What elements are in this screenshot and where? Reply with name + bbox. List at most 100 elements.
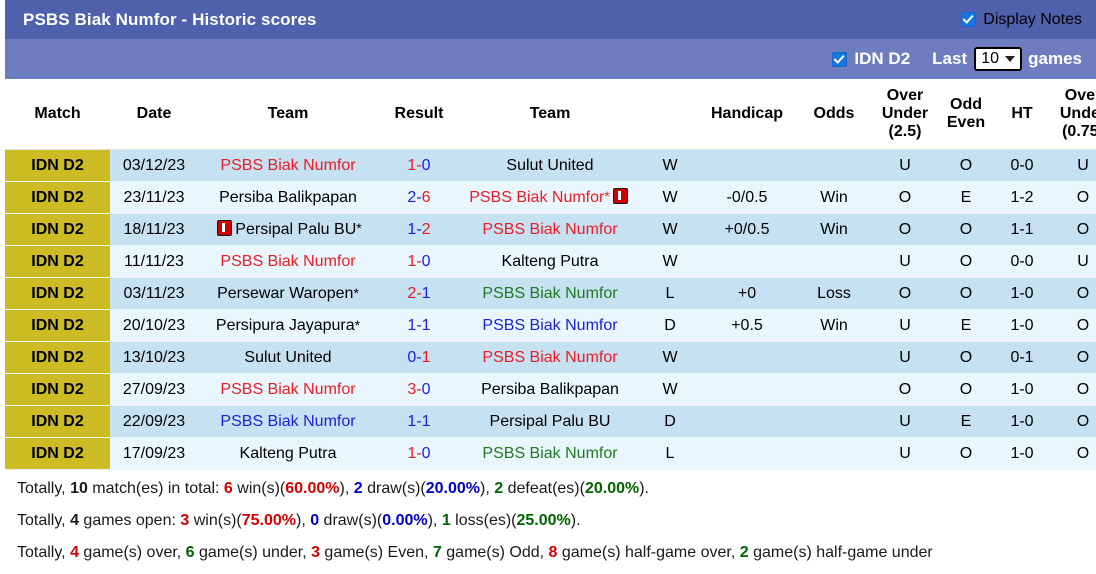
cell-home-team[interactable]: Persewar Waropen* xyxy=(198,277,378,310)
cell-home-team[interactable]: PSBS Biak Numfor xyxy=(198,245,378,278)
col-header-match[interactable]: Match xyxy=(5,79,110,150)
draw-count: 2 xyxy=(353,480,363,497)
col-header-half-time[interactable]: HT xyxy=(996,79,1048,150)
league-filter-group[interactable]: IDN D2 xyxy=(832,49,932,69)
team-name[interactable]: PSBS Biak Numfor xyxy=(482,317,617,334)
col-header-result[interactable]: Result xyxy=(378,79,460,150)
score-home: 1 xyxy=(407,156,417,174)
cell-home-team[interactable]: Persipal Palu BU* xyxy=(198,213,378,246)
cell-away-team[interactable]: PSBS Biak Numfor xyxy=(460,277,640,310)
cell-away-team[interactable]: PSBS Biak Numfor xyxy=(460,309,640,342)
table-row[interactable]: IDN D2 13/10/23 Sulut United 0-1 PSBS Biak N… xyxy=(5,341,1096,374)
team-name[interactable]: Persiba Balikpapan xyxy=(481,381,619,398)
table-row[interactable]: IDN D2 03/11/23 Persewar Waropen* 2-1 PSBS B… xyxy=(5,277,1096,310)
cell-outcome: W xyxy=(640,245,700,278)
team-name[interactable]: Persiba Balikpapan xyxy=(219,189,357,206)
team-name[interactable]: PSBS Biak Numfor xyxy=(482,285,617,302)
cell-away-team[interactable]: PSBS Biak Numfor xyxy=(460,341,640,374)
cell-away-team[interactable]: PSBS Biak Numfor* xyxy=(460,181,640,214)
cell-match-league[interactable]: IDN D2 xyxy=(5,373,110,406)
score-home: 1 xyxy=(407,444,417,462)
table-row[interactable]: IDN D2 20/10/23 Persipura Jayapura* 1-1 PSBS… xyxy=(5,309,1096,342)
cell-match-league[interactable]: IDN D2 xyxy=(5,181,110,214)
cell-match-league[interactable]: IDN D2 xyxy=(5,245,110,278)
cell-home-team[interactable]: Persiba Balikpapan xyxy=(198,181,378,214)
table-row[interactable]: IDN D2 03/12/23 PSBS Biak Numfor 1-0 Sulut U… xyxy=(5,149,1096,182)
cell-home-team[interactable]: Kalteng Putra xyxy=(198,437,378,470)
table-row[interactable]: IDN D2 27/09/23 PSBS Biak Numfor 3-0 Persiba… xyxy=(5,373,1096,406)
cell-away-team[interactable]: Kalteng Putra xyxy=(460,245,640,278)
cell-result[interactable]: 1-1 xyxy=(378,405,460,438)
cell-match-league[interactable]: IDN D2 xyxy=(5,405,110,438)
team-name[interactable]: Persewar Waropen xyxy=(217,285,353,302)
col-header-home-team[interactable]: Team xyxy=(198,79,378,150)
cell-match-league[interactable]: IDN D2 xyxy=(5,309,110,342)
ou25-line3: (2.5) xyxy=(888,122,922,140)
text: win(s)( xyxy=(189,512,242,529)
cell-away-team[interactable]: Sulut United xyxy=(460,149,640,182)
cell-result[interactable]: 2-6 xyxy=(378,181,460,214)
table-row[interactable]: IDN D2 11/11/23 PSBS Biak Numfor 1-0 Kalteng… xyxy=(5,245,1096,278)
team-name[interactable]: PSBS Biak Numfor xyxy=(482,221,617,238)
cell-home-team[interactable]: PSBS Biak Numfor xyxy=(198,149,378,182)
cell-result[interactable]: 3-0 xyxy=(378,373,460,406)
text: Totally, xyxy=(17,544,71,561)
team-name[interactable]: PSBS Biak Numfor xyxy=(220,253,355,270)
league-filter-label[interactable]: IDN D2 xyxy=(854,49,910,69)
cell-away-team[interactable]: PSBS Biak Numfor xyxy=(460,213,640,246)
cell-away-team[interactable]: Persiba Balikpapan xyxy=(460,373,640,406)
cell-match-league[interactable]: IDN D2 xyxy=(5,149,110,182)
cell-outcome: L xyxy=(640,437,700,470)
col-header-odd-even[interactable]: Odd Even xyxy=(936,79,996,150)
team-name[interactable]: Persipal Palu BU xyxy=(490,413,611,430)
team-name[interactable]: PSBS Biak Numfor xyxy=(220,413,355,430)
table-row[interactable]: IDN D2 17/09/23 Kalteng Putra 1-0 PSBS Biak … xyxy=(5,437,1096,470)
cell-result[interactable]: 1-0 xyxy=(378,437,460,470)
cell-away-team[interactable]: PSBS Biak Numfor xyxy=(460,437,640,470)
cell-result[interactable]: 1-0 xyxy=(378,149,460,182)
cell-home-team[interactable]: Persipura Jayapura* xyxy=(198,309,378,342)
team-name[interactable]: PSBS Biak Numfor xyxy=(220,157,355,174)
display-notes-label[interactable]: Display Notes xyxy=(983,11,1082,29)
cell-match-league[interactable]: IDN D2 xyxy=(5,341,110,374)
cell-result[interactable]: 0-1 xyxy=(378,341,460,374)
team-name[interactable]: Kalteng Putra xyxy=(502,253,599,270)
options-bar: IDN D2 Last 10 games xyxy=(5,39,1096,79)
cell-odd-even: E xyxy=(936,309,996,342)
cell-result[interactable]: 2-1 xyxy=(378,277,460,310)
team-name[interactable]: Kalteng Putra xyxy=(240,445,337,462)
cell-match-league[interactable]: IDN D2 xyxy=(5,277,110,310)
cell-home-team[interactable]: PSBS Biak Numfor xyxy=(198,405,378,438)
team-name[interactable]: Persipal Palu BU xyxy=(235,221,356,238)
col-header-away-team[interactable]: Team xyxy=(460,79,640,150)
cell-result[interactable]: 1-1 xyxy=(378,309,460,342)
team-name[interactable]: Sulut United xyxy=(506,157,593,174)
col-header-date[interactable]: Date xyxy=(110,79,198,150)
col-header-over-under-075[interactable]: Over Under (0.75) xyxy=(1048,79,1096,150)
team-name[interactable]: Sulut United xyxy=(244,349,331,366)
league-filter-checkbox[interactable] xyxy=(832,51,848,67)
cell-home-team[interactable]: PSBS Biak Numfor xyxy=(198,373,378,406)
title-bar: PSBS Biak Numfor - Historic scores Displ… xyxy=(5,0,1096,39)
text: defeat(es)( xyxy=(503,480,585,497)
cell-result[interactable]: 1-0 xyxy=(378,245,460,278)
col-header-odds[interactable]: Odds xyxy=(794,79,874,150)
cell-over-under-075: U xyxy=(1048,245,1096,278)
table-row[interactable]: IDN D2 23/11/23 Persiba Balikpapan 2-6 PSBS … xyxy=(5,181,1096,214)
cell-result[interactable]: 1-2 xyxy=(378,213,460,246)
col-header-handicap[interactable]: Handicap xyxy=(700,79,794,150)
cell-home-team[interactable]: Sulut United xyxy=(198,341,378,374)
table-row[interactable]: IDN D2 22/09/23 PSBS Biak Numfor 1-1 Persipa… xyxy=(5,405,1096,438)
cell-match-league[interactable]: IDN D2 xyxy=(5,213,110,246)
team-name[interactable]: PSBS Biak Numfor xyxy=(220,381,355,398)
cell-match-league[interactable]: IDN D2 xyxy=(5,437,110,470)
team-name[interactable]: PSBS Biak Numfor xyxy=(482,349,617,366)
col-header-over-under-25[interactable]: Over Under (2.5) xyxy=(874,79,936,150)
table-row[interactable]: IDN D2 18/11/23 Persipal Palu BU* 1-2 PSBS B… xyxy=(5,213,1096,246)
team-name[interactable]: PSBS Biak Numfor xyxy=(469,189,604,206)
team-name[interactable]: PSBS Biak Numfor xyxy=(482,445,617,462)
cell-away-team[interactable]: Persipal Palu BU xyxy=(460,405,640,438)
display-notes-checkbox[interactable] xyxy=(961,12,977,27)
team-name[interactable]: Persipura Jayapura xyxy=(216,317,355,334)
games-count-select[interactable]: 10 xyxy=(974,47,1023,71)
